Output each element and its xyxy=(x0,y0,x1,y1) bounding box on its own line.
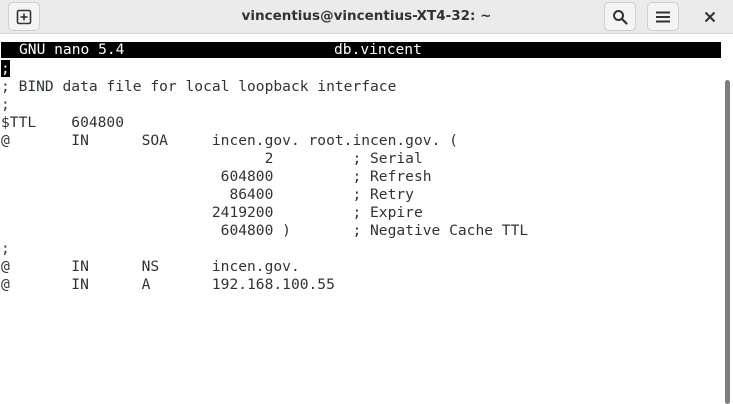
nano-file-name: db.vincent xyxy=(334,41,422,58)
editor-line: ; xyxy=(1,96,10,113)
title-bar: vincentius@vincentius-XT4-32: ~ xyxy=(0,0,733,34)
menu-button[interactable] xyxy=(647,2,679,31)
search-icon xyxy=(613,9,628,25)
editor-line: 604800 ) ; Negative Cache TTL xyxy=(1,222,529,239)
editor-line: @ IN A 192.168.100.55 xyxy=(1,276,335,293)
editor-line: 86400 ; Retry xyxy=(1,186,414,203)
close-button[interactable] xyxy=(694,2,726,31)
search-button[interactable] xyxy=(604,2,636,31)
new-tab-button[interactable] xyxy=(8,2,40,31)
editor-line: 2 ; Serial xyxy=(1,150,423,167)
editor-line: ; xyxy=(1,240,10,257)
close-icon xyxy=(704,11,716,22)
terminal-area[interactable]: GNU nano 5.4 db.vincent ; ; BIND data fi… xyxy=(0,34,733,404)
editor-line: @ IN NS incen.gov. xyxy=(1,258,300,275)
editor-buffer[interactable]: ; ; BIND data file for local loopback in… xyxy=(1,60,528,294)
editor-line: $TTL 604800 xyxy=(1,114,125,131)
editor-line: ; xyxy=(1,60,528,78)
vertical-scrollbar[interactable] xyxy=(725,80,730,404)
nano-version-label: GNU nano 5.4 xyxy=(19,41,125,58)
editor-line: @ IN SOA incen.gov. root.incen.gov. ( xyxy=(1,132,458,149)
text-cursor: ; xyxy=(1,60,10,77)
editor-line: 2419200 ; Expire xyxy=(1,204,423,221)
hamburger-menu-icon xyxy=(656,11,670,22)
terminal-window: vincentius@vincentius-XT4-32: ~ GNU nano… xyxy=(0,0,733,404)
nano-title-bar: GNU nano 5.4 db.vincent xyxy=(1,42,721,58)
new-tab-icon xyxy=(16,9,32,24)
editor-line: ; BIND data file for local loopback inte… xyxy=(1,78,397,95)
editor-line: 604800 ; Refresh xyxy=(1,168,432,185)
